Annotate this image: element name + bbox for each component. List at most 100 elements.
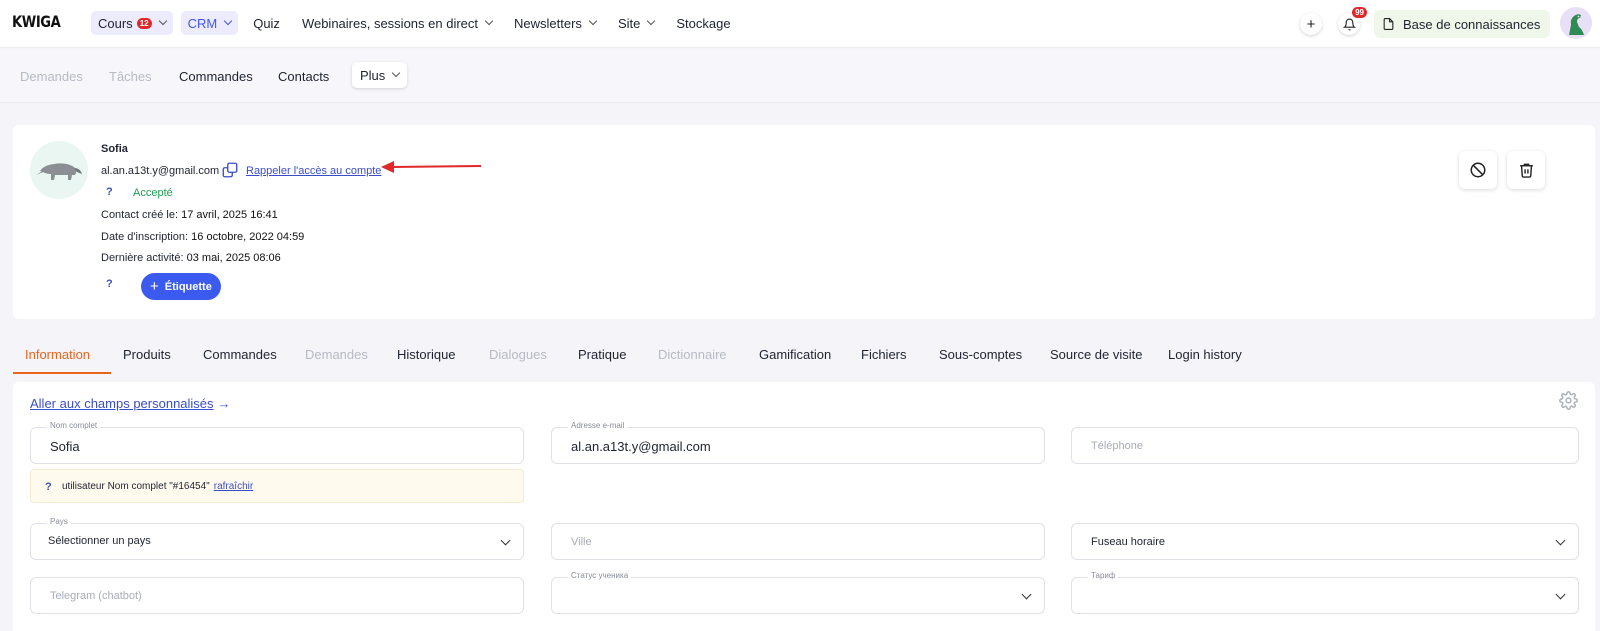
subnav-commandes[interactable]: Commandes xyxy=(179,69,253,84)
email-field[interactable]: Adresse e-mail al.an.a13t.y@gmail.com xyxy=(551,421,1045,464)
notifications-button[interactable]: 99 xyxy=(1338,7,1367,35)
add-button[interactable]: + xyxy=(1300,13,1322,35)
active-tab-indicator xyxy=(13,372,111,374)
student-status-label: Статус ученика xyxy=(568,571,632,580)
chevron-down-icon xyxy=(484,16,494,26)
bell-icon xyxy=(1342,18,1356,30)
chevron-down-icon xyxy=(647,16,656,26)
help-icon[interactable]: ? xyxy=(106,186,113,198)
tab-dictionnaire[interactable]: Dictionnaire xyxy=(658,347,727,362)
city-field[interactable]: Ville xyxy=(551,523,1045,560)
registration-label: Date d'inscription: xyxy=(101,231,189,243)
nav-stockage[interactable]: Stockage xyxy=(669,11,737,35)
nav-webinars[interactable]: Webinaires, sessions en direct xyxy=(295,11,499,35)
created-value: 17 avril, 2025 16:41 xyxy=(181,209,278,221)
tab-login-history[interactable]: Login history xyxy=(1168,347,1242,362)
contact-name: Sofia xyxy=(101,143,128,155)
tab-historique[interactable]: Historique xyxy=(397,347,456,362)
add-tag-button[interactable]: + Étiquette xyxy=(141,273,221,300)
more-menu-label: Plus xyxy=(360,67,386,83)
custom-fields-link-label: Aller aux champs personnalisés xyxy=(30,396,214,411)
nav-quiz[interactable]: Quiz xyxy=(246,11,287,35)
full-name-field[interactable]: Nom complet Sofia xyxy=(30,421,524,464)
contact-tabs: Information Produits Commandes Demandes … xyxy=(13,336,1595,374)
tab-source-de-visite[interactable]: Source de visite xyxy=(1050,347,1143,362)
gear-icon[interactable] xyxy=(1559,391,1578,410)
delete-button[interactable] xyxy=(1507,151,1545,189)
information-panel: Aller aux champs personnalisés → Nom comp… xyxy=(13,382,1595,631)
last-activity-label: Dernière activité: xyxy=(101,252,184,264)
chevron-down-icon xyxy=(500,535,511,546)
timezone-select[interactable]: Fuseau horaire xyxy=(1071,523,1579,560)
nav-cours[interactable]: Cours 12 xyxy=(91,11,173,35)
tab-gamification[interactable]: Gamification xyxy=(759,347,831,362)
subnav-demandes[interactable]: Demandes xyxy=(20,69,83,84)
tariff-label: Тариф xyxy=(1088,571,1119,580)
help-icon[interactable]: ? xyxy=(45,481,52,493)
tab-fichiers[interactable]: Fichiers xyxy=(861,347,907,362)
phone-field[interactable]: Téléphone xyxy=(1071,427,1579,464)
nav-crm-label: CRM xyxy=(187,15,218,31)
trash-icon xyxy=(1519,163,1533,178)
country-value: Sélectionner un pays xyxy=(48,535,151,547)
contact-created-row: Contact créé le: 17 avril, 2025 16:41 xyxy=(101,209,278,221)
notice-text: utilisateur Nom complet "#16454" xyxy=(62,481,210,492)
nav-stockage-label: Stockage xyxy=(676,15,731,31)
nav-webinars-label: Webinaires, sessions en direct xyxy=(301,15,479,31)
chevron-down-icon xyxy=(588,16,598,26)
tariff-select[interactable]: Тариф xyxy=(1071,571,1579,614)
copy-icon[interactable] xyxy=(221,161,239,179)
user-avatar[interactable] xyxy=(1560,7,1592,39)
last-activity-value: 03 mai, 2025 08:06 xyxy=(186,252,281,264)
telegram-field[interactable]: Telegram (chatbot) xyxy=(30,577,524,614)
help-icon[interactable]: ? xyxy=(106,278,113,290)
country-select[interactable]: Pays Sélectionner un pays xyxy=(30,517,524,560)
registration-date-row: Date d'inscription: 16 octobre, 2022 04:… xyxy=(101,231,304,243)
annotation-arrow xyxy=(381,161,482,173)
chevron-down-icon xyxy=(158,16,167,26)
contact-card: Sofia al.an.a13t.y@gmail.com Rappeler l'… xyxy=(13,125,1595,319)
plus-icon: + xyxy=(1306,15,1316,33)
knowledge-base-label: Base de connaissances xyxy=(1403,16,1541,32)
custom-fields-link[interactable]: Aller aux champs personnalisés → xyxy=(30,396,231,411)
knowledge-base-button[interactable]: Base de connaissances xyxy=(1374,10,1551,38)
block-button[interactable] xyxy=(1459,151,1497,189)
tab-produits[interactable]: Produits xyxy=(123,347,171,362)
nav-newsletters-label: Newsletters xyxy=(514,15,582,31)
timezone-value: Fuseau horaire xyxy=(1091,536,1165,548)
nav-crm[interactable]: CRM xyxy=(180,11,239,35)
tab-pratique[interactable]: Pratique xyxy=(578,347,626,362)
tab-demandes[interactable]: Demandes xyxy=(305,347,368,362)
plus-icon: + xyxy=(150,278,159,295)
contact-email: al.an.a13t.y@gmail.com xyxy=(101,165,220,177)
subnav-taches[interactable]: Tâches xyxy=(109,69,152,84)
full-name-label: Nom complet xyxy=(47,421,101,430)
tab-dialogues[interactable]: Dialogues xyxy=(489,347,547,362)
tab-sous-comptes[interactable]: Sous-comptes xyxy=(939,347,1022,362)
nav-newsletters[interactable]: Newsletters xyxy=(507,11,603,35)
student-status-select[interactable]: Статус ученика xyxy=(551,571,1045,614)
recall-account-access-link[interactable]: Rappeler l'accès au compte xyxy=(246,165,381,177)
crm-subnav: Demandes Tâches Commandes Contacts Plus xyxy=(0,49,1600,103)
add-tag-label: Étiquette xyxy=(164,280,212,293)
arrow-right-icon: → xyxy=(217,396,231,411)
chevron-down-icon xyxy=(1555,535,1566,546)
tab-commandes[interactable]: Commandes xyxy=(203,347,277,362)
top-bar: KWIGA Cours 12 CRM Quiz Webinaires, sess… xyxy=(0,0,1600,48)
logo[interactable]: KWIGA xyxy=(12,12,61,31)
chevron-down-icon xyxy=(1555,589,1566,600)
more-menu-button[interactable]: Plus xyxy=(352,62,408,88)
anteater-icon xyxy=(36,163,82,180)
nav-site-label: Site xyxy=(617,15,641,31)
document-icon xyxy=(1383,18,1394,30)
subnav-contacts[interactable]: Contacts xyxy=(278,69,329,84)
contact-avatar xyxy=(30,141,88,199)
nav-site[interactable]: Site xyxy=(611,11,661,35)
block-icon xyxy=(1470,162,1486,178)
tab-information[interactable]: Information xyxy=(25,347,90,362)
main-nav: Cours 12 CRM Quiz Webinaires, sessions e… xyxy=(91,11,746,35)
notifications-badge: 99 xyxy=(1352,7,1367,18)
chevron-down-icon xyxy=(1021,589,1032,600)
refresh-link[interactable]: rafraîchir xyxy=(214,481,253,492)
nav-cours-label: Cours xyxy=(98,15,133,31)
